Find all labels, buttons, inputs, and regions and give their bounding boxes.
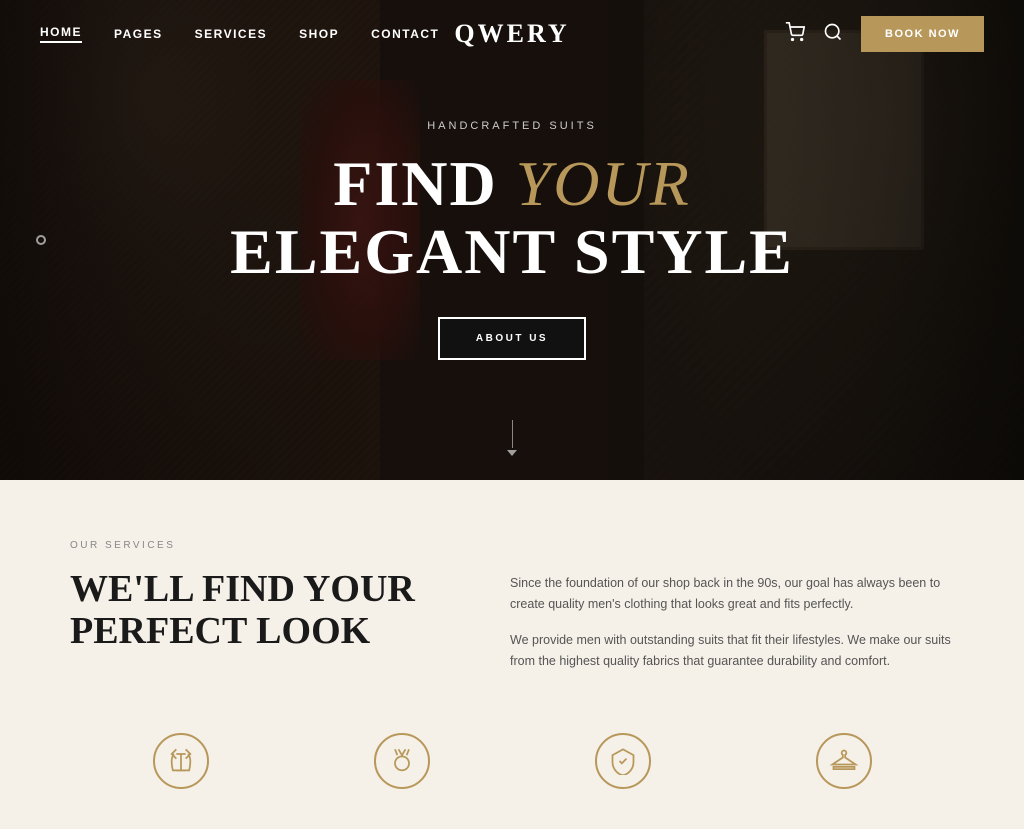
hero-title-find: FIND xyxy=(333,148,515,219)
search-icon[interactable] xyxy=(823,22,843,47)
icon-item-medal xyxy=(291,733,512,789)
nav-shop[interactable]: SHOP xyxy=(299,27,339,41)
medal-icon xyxy=(374,733,430,789)
hero-title-your: YOUR xyxy=(516,148,691,219)
slider-dot[interactable] xyxy=(36,235,46,245)
nav-services[interactable]: SERVICES xyxy=(195,27,267,41)
services-heading: WE'LL FIND YOUR PERFECT LOOK xyxy=(70,569,450,653)
services-right: Since the foundation of our shop back in… xyxy=(510,569,954,688)
cart-icon[interactable] xyxy=(785,22,805,47)
nav-pages[interactable]: PAGES xyxy=(114,27,163,41)
nav-right: BOOK NOW xyxy=(785,16,984,52)
hero-title: FIND YOUR ELEGANT STYLE xyxy=(230,150,794,284)
hero-subtitle: HANDCRAFTED SUITS xyxy=(230,120,794,132)
shield-icon xyxy=(595,733,651,789)
services-para-2: We provide men with outstanding suits th… xyxy=(510,630,954,671)
services-para-1: Since the foundation of our shop back in… xyxy=(510,573,954,614)
nav-contact[interactable]: CONTACT xyxy=(371,27,439,41)
hanger-icon xyxy=(816,733,872,789)
services-left: WE'LL FIND YOUR PERFECT LOOK xyxy=(70,569,450,693)
scroll-indicator xyxy=(507,420,517,456)
service-icons-row xyxy=(70,733,954,789)
main-nav: HOME PAGES SERVICES SHOP CONTACT QWERY B… xyxy=(0,0,1024,68)
scroll-line xyxy=(512,420,513,448)
book-now-button[interactable]: BOOK NOW xyxy=(861,16,984,52)
icon-item-shield xyxy=(512,733,733,789)
services-section: OUR SERVICES WE'LL FIND YOUR PERFECT LOO… xyxy=(0,480,1024,829)
suit-icon xyxy=(153,733,209,789)
about-us-button[interactable]: ABOUT US xyxy=(438,317,586,360)
hero-section: HANDCRAFTED SUITS FIND YOUR ELEGANT STYL… xyxy=(0,0,1024,480)
site-logo[interactable]: QWERY xyxy=(454,19,569,49)
hero-title-line2: ELEGANT STYLE xyxy=(230,216,794,287)
icon-item-hanger xyxy=(733,733,954,789)
nav-left: HOME PAGES SERVICES SHOP CONTACT xyxy=(40,25,439,43)
scroll-chevron-icon xyxy=(507,450,517,456)
icon-item-suit xyxy=(70,733,291,789)
services-grid: WE'LL FIND YOUR PERFECT LOOK Since the f… xyxy=(70,569,954,693)
hero-content: HANDCRAFTED SUITS FIND YOUR ELEGANT STYL… xyxy=(230,120,794,359)
services-section-label: OUR SERVICES xyxy=(70,540,954,551)
nav-home[interactable]: HOME xyxy=(40,25,82,43)
